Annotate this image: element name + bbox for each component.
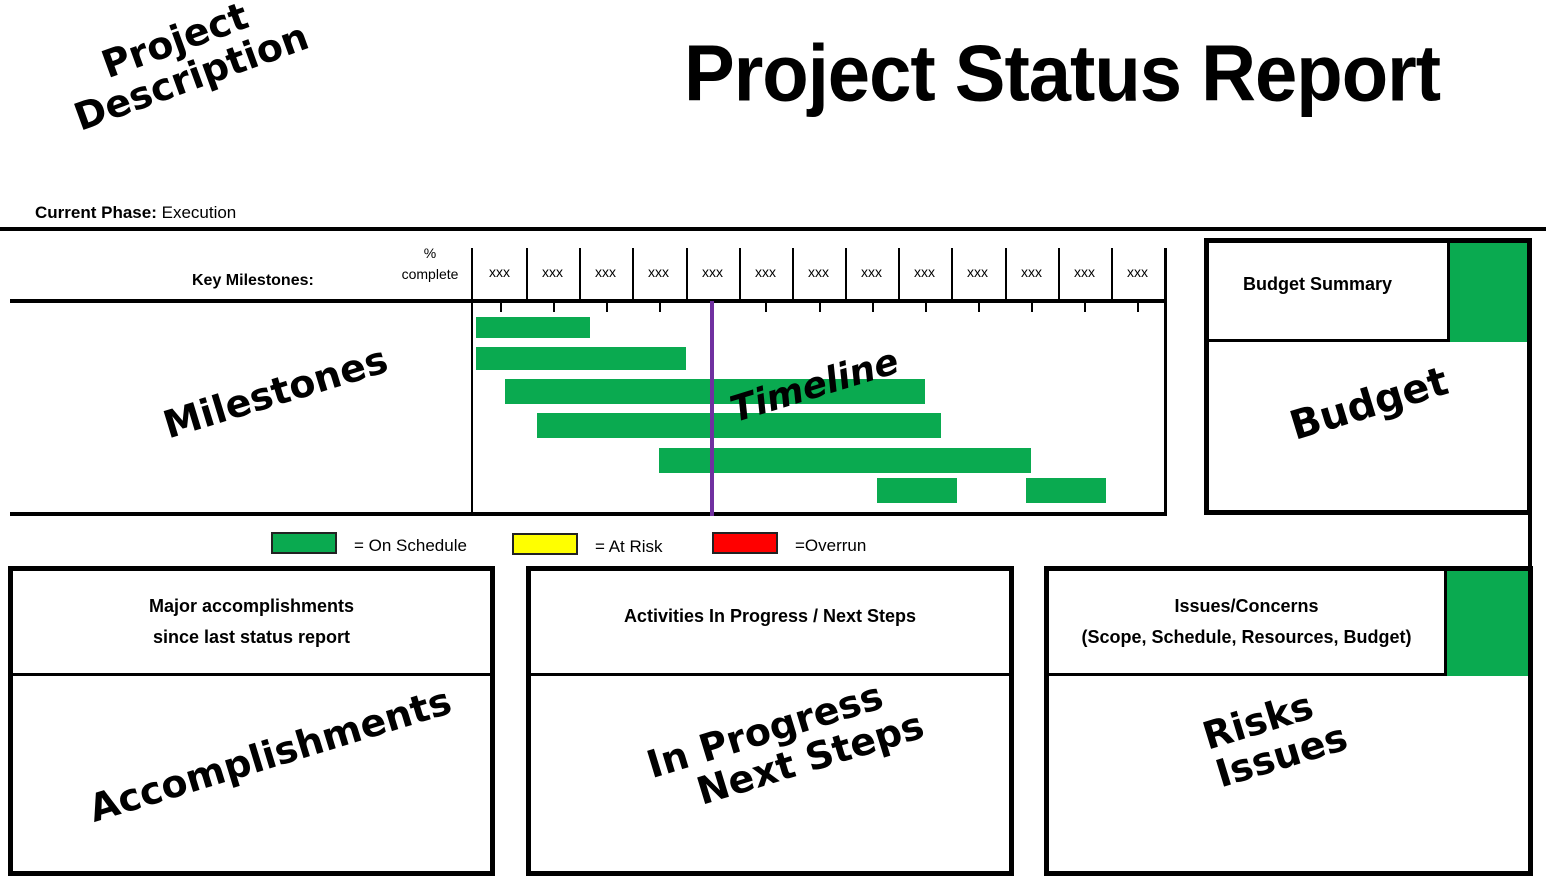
period-column-label: xxx <box>595 264 616 280</box>
current-phase: Current Phase: Execution <box>35 203 236 223</box>
gantt-task-bar[interactable] <box>876 478 957 503</box>
gantt-task-bar[interactable] <box>659 448 1032 473</box>
period-column-label: xxx <box>542 264 563 280</box>
page-title: Project Status Report <box>684 28 1441 119</box>
period-column-label: xxx <box>861 264 882 280</box>
budget-panel: Budget Summary Budget <box>1204 238 1532 515</box>
issues-panel: Issues/Concerns (Scope, Schedule, Resour… <box>1044 566 1533 876</box>
legend-label: = On Schedule <box>354 536 467 555</box>
in-progress-placeholder: In Progress Next Steps <box>642 674 929 824</box>
issues-heading-line2: (Scope, Schedule, Resources, Budget) <box>1081 627 1412 647</box>
gantt-task-bar[interactable] <box>475 317 590 338</box>
project-description-label: Project Description <box>56 0 314 139</box>
period-column-label: xxx <box>808 264 829 280</box>
accomplishments-heading-line2: since last status report <box>152 627 351 647</box>
gantt-task-bar[interactable] <box>475 347 686 370</box>
key-milestones-label: Key Milestones: <box>192 272 314 289</box>
current-phase-value: Execution <box>161 203 237 222</box>
period-column-label: xxx <box>755 264 776 280</box>
current-phase-label: Current Phase: <box>35 203 157 222</box>
percent-complete-header: % complete <box>390 243 470 285</box>
current-date-marker <box>710 301 715 516</box>
gantt-task-bar[interactable] <box>1025 478 1106 503</box>
period-column-label: xxx <box>648 264 669 280</box>
timeline-right-border <box>1164 248 1167 514</box>
accomplishments-placeholder: Accomplishments <box>83 678 457 831</box>
in-progress-header: Activities In Progress / Next Steps <box>531 571 1009 676</box>
accomplishments-heading-line1: Major accomplishments <box>148 596 355 616</box>
accomplishments-header: Major accomplishments since last status … <box>13 571 490 676</box>
accomplishments-panel: Major accomplishments since last status … <box>8 566 495 876</box>
right-edge-line <box>1528 512 1532 572</box>
issues-status-indicator <box>1444 571 1528 676</box>
complete-label: complete <box>401 266 459 282</box>
legend-swatch <box>512 533 578 555</box>
period-column-label: xxx <box>967 264 988 280</box>
issues-placeholder: Risks Issues <box>1181 681 1353 801</box>
period-column-label: xxx <box>1021 264 1042 280</box>
legend-label: = At Risk <box>595 537 663 556</box>
percent-symbol: % <box>423 245 437 261</box>
period-column-label: xxx <box>702 264 723 280</box>
header-divider <box>0 227 1546 231</box>
period-column-label: xxx <box>1127 264 1148 280</box>
in-progress-panel: Activities In Progress / Next Steps In P… <box>526 566 1014 876</box>
in-progress-heading: Activities In Progress / Next Steps <box>623 606 917 626</box>
legend-swatch <box>271 532 337 554</box>
period-column-label: xxx <box>489 264 510 280</box>
budget-status-indicator <box>1447 243 1527 342</box>
budget-placeholder: Budget <box>1284 358 1454 450</box>
legend-swatch <box>712 532 778 554</box>
budget-summary-label: Budget Summary <box>1243 274 1393 294</box>
legend-label: =Overrun <box>795 536 867 555</box>
milestones-placeholder: Milestones <box>158 337 393 448</box>
gantt-chart <box>473 301 1164 516</box>
issues-heading-line1: Issues/Concerns <box>1174 596 1319 616</box>
milestones-bottom-rule <box>10 512 1167 516</box>
period-column-label: xxx <box>1074 264 1095 280</box>
period-column-label: xxx <box>914 264 935 280</box>
